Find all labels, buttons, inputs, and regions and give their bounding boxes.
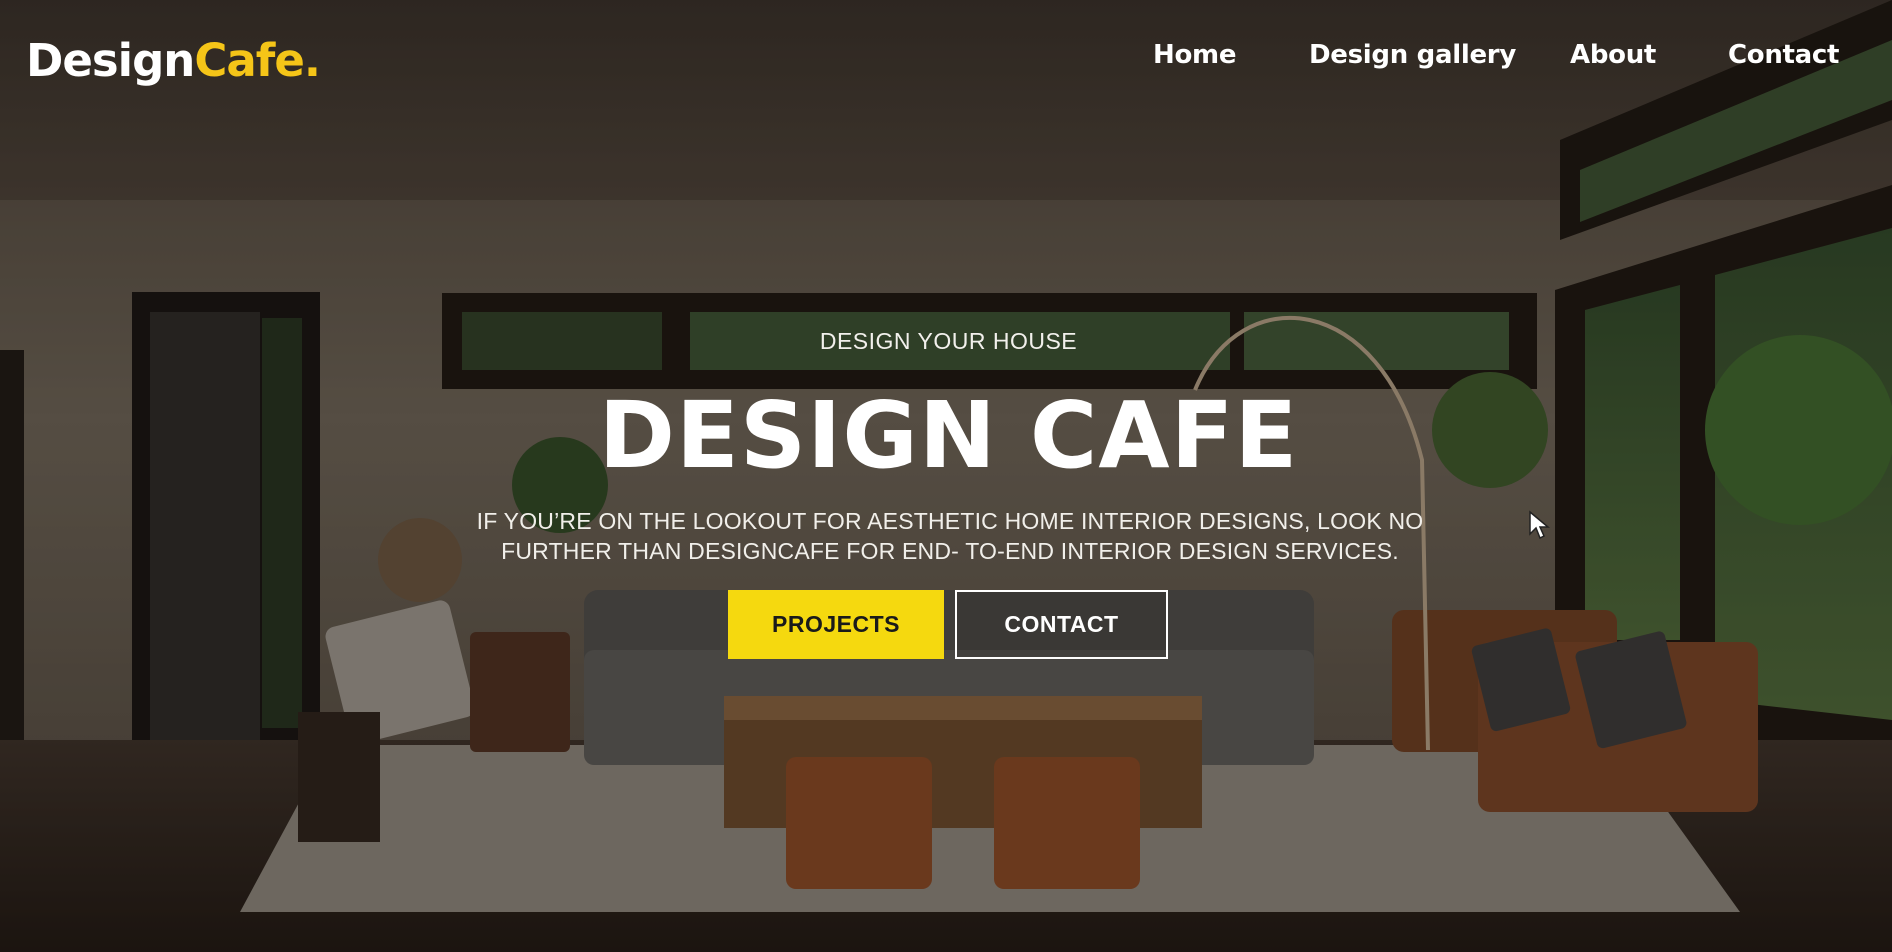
mouse-pointer-icon xyxy=(1529,510,1550,540)
nav-item-design-gallery[interactable]: Design gallery xyxy=(1309,40,1516,70)
nav-item-home[interactable]: Home xyxy=(1153,40,1236,70)
hero-eyebrow: DESIGN YOUR HOUSE xyxy=(819,328,1078,354)
nav-item-contact[interactable]: Contact xyxy=(1728,40,1839,70)
contact-button[interactable]: CONTACT xyxy=(955,590,1168,659)
projects-button[interactable]: PROJECTS xyxy=(728,590,944,659)
nav-item-about[interactable]: About xyxy=(1570,40,1656,70)
main-nav: Home Design gallery About Contact xyxy=(0,40,1892,80)
hero-title: DESIGN CAFE xyxy=(598,382,1299,489)
site-header: DesignCafe. Home Design gallery About Co… xyxy=(0,0,1892,120)
hero-description: IF YOU’RE ON THE LOOKOUT FOR AESTHETIC H… xyxy=(476,508,1424,564)
